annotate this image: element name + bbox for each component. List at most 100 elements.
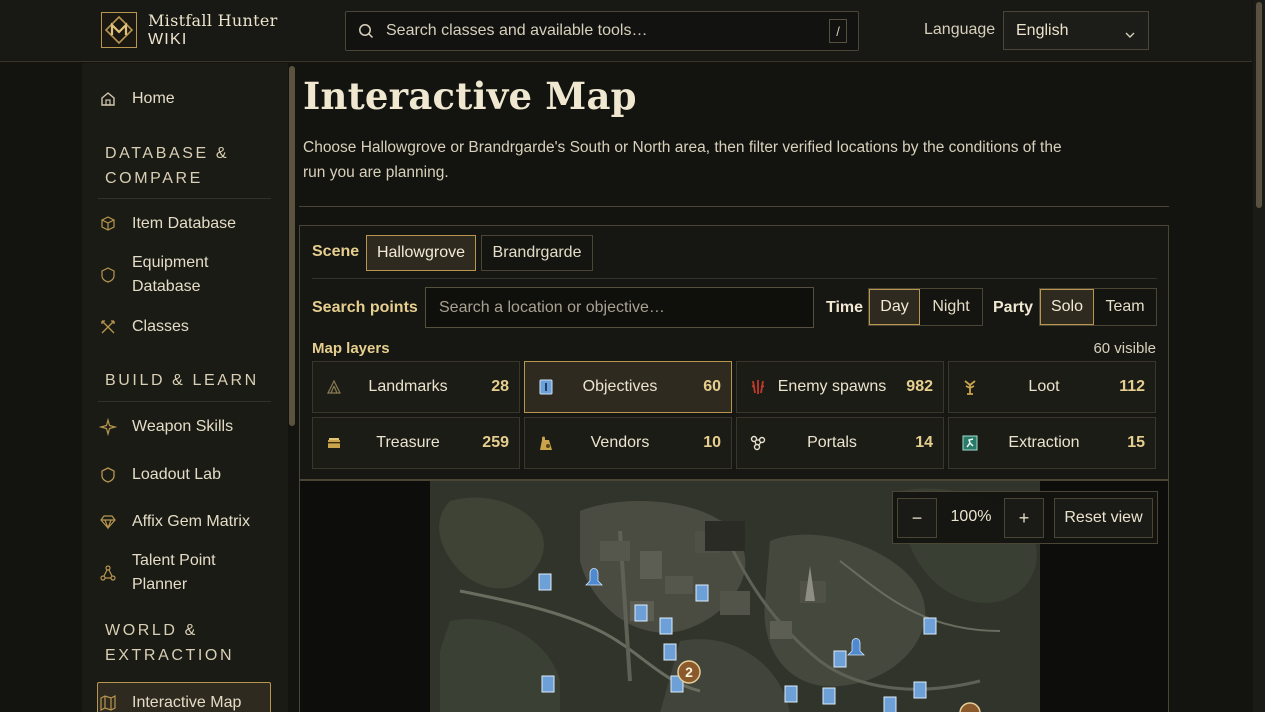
sidebar-item-affix-gem-matrix[interactable]: Affix Gem Matrix <box>98 510 250 534</box>
zoom-level: 100% <box>950 508 992 525</box>
map-layers-label: Map layers <box>312 340 390 357</box>
cluster-count: 2 <box>685 664 693 680</box>
brand-logo[interactable] <box>101 12 137 48</box>
layer-toggle-vendors[interactable]: Vendors 10 <box>524 417 732 469</box>
global-search[interactable]: / <box>345 11 859 51</box>
layer-name: Enemy spawns <box>777 378 887 395</box>
layer-count: 10 <box>703 434 721 451</box>
sidebar-item-weapon-skills[interactable]: Weapon Skills <box>98 415 233 439</box>
search-icon <box>358 23 374 44</box>
layer-name: Landmarks <box>368 378 448 395</box>
sidebar-item-label: Affix Gem Matrix <box>132 513 250 530</box>
sidebar-item-equipment-database[interactable]: Equipment Database <box>98 251 209 299</box>
label-line: Talent Point <box>132 552 216 569</box>
layer-name: Extraction <box>1008 434 1080 451</box>
search-points-field[interactable] <box>425 287 814 328</box>
sidebar-item-label: Classes <box>132 318 189 335</box>
sidebar-scrollbar-thumb[interactable] <box>289 66 295 426</box>
zoom-out-button[interactable]: − <box>897 498 937 538</box>
zoom-in-button[interactable]: + <box>1004 498 1044 538</box>
top-header: Mistfall Hunter WIKI / Language English <box>0 0 1252 62</box>
sidebar-item-home[interactable]: Home <box>98 87 175 111</box>
extraction-icon <box>961 434 979 452</box>
zoom-controls: − 100% + Reset view <box>892 491 1158 544</box>
party-option-solo[interactable]: Solo <box>1040 289 1094 325</box>
time-option-day[interactable]: Day <box>869 289 920 325</box>
section-heading-line: DATABASE & <box>105 145 230 162</box>
layer-toggle-objectives[interactable]: Objectives 60 <box>524 361 732 413</box>
layer-count: 28 <box>491 378 509 395</box>
layer-toggle-loot[interactable]: Loot 112 <box>948 361 1156 413</box>
language-label: Language <box>924 21 996 38</box>
section-heading-line: EXTRACTION <box>105 647 235 664</box>
section-heading-line: WORLD & <box>105 622 198 639</box>
layer-toggle-treasure[interactable]: Treasure 259 <box>312 417 520 469</box>
time-label: Time <box>826 299 864 316</box>
layer-name: Loot <box>1028 378 1060 395</box>
language-select[interactable]: English <box>1003 11 1149 50</box>
reset-view-button[interactable]: Reset view <box>1054 498 1153 538</box>
sidebar-item-loadout-lab[interactable]: Loadout Lab <box>98 463 221 487</box>
panel-divider <box>312 278 1157 279</box>
sidebar-item-classes[interactable]: Classes <box>98 315 189 339</box>
sidebar-item-label: Equipment Database <box>132 251 209 299</box>
treasure-icon <box>325 434 343 452</box>
sidebar-item-interactive-map-content[interactable]: Interactive Map <box>98 691 241 712</box>
sidebar-item-item-database[interactable]: Item Database <box>98 212 236 236</box>
layer-toggle-landmarks[interactable]: Landmarks 28 <box>312 361 520 413</box>
party-label: Party <box>993 299 1034 316</box>
shield-icon <box>98 465 118 485</box>
brand-subtitle: WIKI <box>148 31 188 48</box>
section-heading-database: DATABASE & COMPARE <box>105 141 229 191</box>
vendor-icon <box>537 434 555 452</box>
layer-toggle-portals[interactable]: Portals 14 <box>736 417 944 469</box>
language-value: English <box>1016 22 1069 39</box>
party-toggle: Solo Team <box>1039 288 1157 326</box>
layer-count: 259 <box>482 434 509 451</box>
page-scrollbar-thumb[interactable] <box>1256 2 1262 208</box>
sidebar-item-label: Item Database <box>132 215 237 232</box>
scene-chip-hallowgrove[interactable]: Hallowgrove <box>366 235 476 271</box>
page-title: Interactive Map <box>303 74 637 118</box>
shield-icon <box>98 265 118 285</box>
party-option-team[interactable]: Team <box>1094 289 1156 325</box>
page-scrollbar[interactable] <box>1253 0 1265 712</box>
section-divider <box>98 401 271 402</box>
layer-count: 112 <box>1119 378 1145 395</box>
layer-toggle-enemy-spawns[interactable]: Enemy spawns 982 <box>736 361 944 413</box>
search-points-input[interactable] <box>426 288 813 327</box>
objective-icon <box>537 378 555 396</box>
global-search-input[interactable] <box>386 12 806 50</box>
section-heading-build: BUILD & LEARN <box>105 372 259 389</box>
search-shortcut-key: / <box>829 19 847 43</box>
layer-toggle-extraction[interactable]: Extraction 15 <box>948 417 1156 469</box>
label-line: Planner <box>132 576 188 593</box>
sidebar-item-talent-planner[interactable]: Talent Point Planner <box>98 549 216 597</box>
sidebar-item-label: Home <box>132 90 175 107</box>
label-line: Database <box>132 278 201 295</box>
loot-icon <box>961 378 979 396</box>
sidebar-item-label: Interactive Map <box>132 694 242 711</box>
page-description: Choose Hallowgrove or Brandrgarde's Sout… <box>303 139 1062 181</box>
page: Mistfall Hunter WIKI / Language English … <box>0 0 1265 712</box>
layer-name: Treasure <box>376 434 440 451</box>
filter-panel: Scene Hallowgrove Brandrgarde Search poi… <box>299 225 1169 480</box>
sparkle-icon <box>98 417 118 437</box>
section-divider <box>98 198 271 199</box>
time-toggle: Day Night <box>868 288 983 326</box>
label-line: Equipment <box>132 254 209 271</box>
scene-chip-brandrgarde[interactable]: Brandrgarde <box>481 235 593 271</box>
chevron-down-icon <box>1124 26 1136 44</box>
brand-logo-icon <box>104 15 134 45</box>
layer-count: 14 <box>915 434 933 451</box>
landmark-icon <box>325 378 343 396</box>
time-option-night[interactable]: Night <box>920 289 982 325</box>
section-heading-world: WORLD & EXTRACTION <box>105 618 234 668</box>
home-icon <box>98 89 118 109</box>
map-canvas[interactable]: 2 − 100% + Reset view <box>299 480 1169 712</box>
gem-icon <box>98 512 118 532</box>
sidebar-item-label: Weapon Skills <box>132 418 234 435</box>
layer-name: Objectives <box>582 378 658 395</box>
talent-tree-icon <box>98 563 118 583</box>
brand-title[interactable]: Mistfall Hunter <box>148 11 278 30</box>
